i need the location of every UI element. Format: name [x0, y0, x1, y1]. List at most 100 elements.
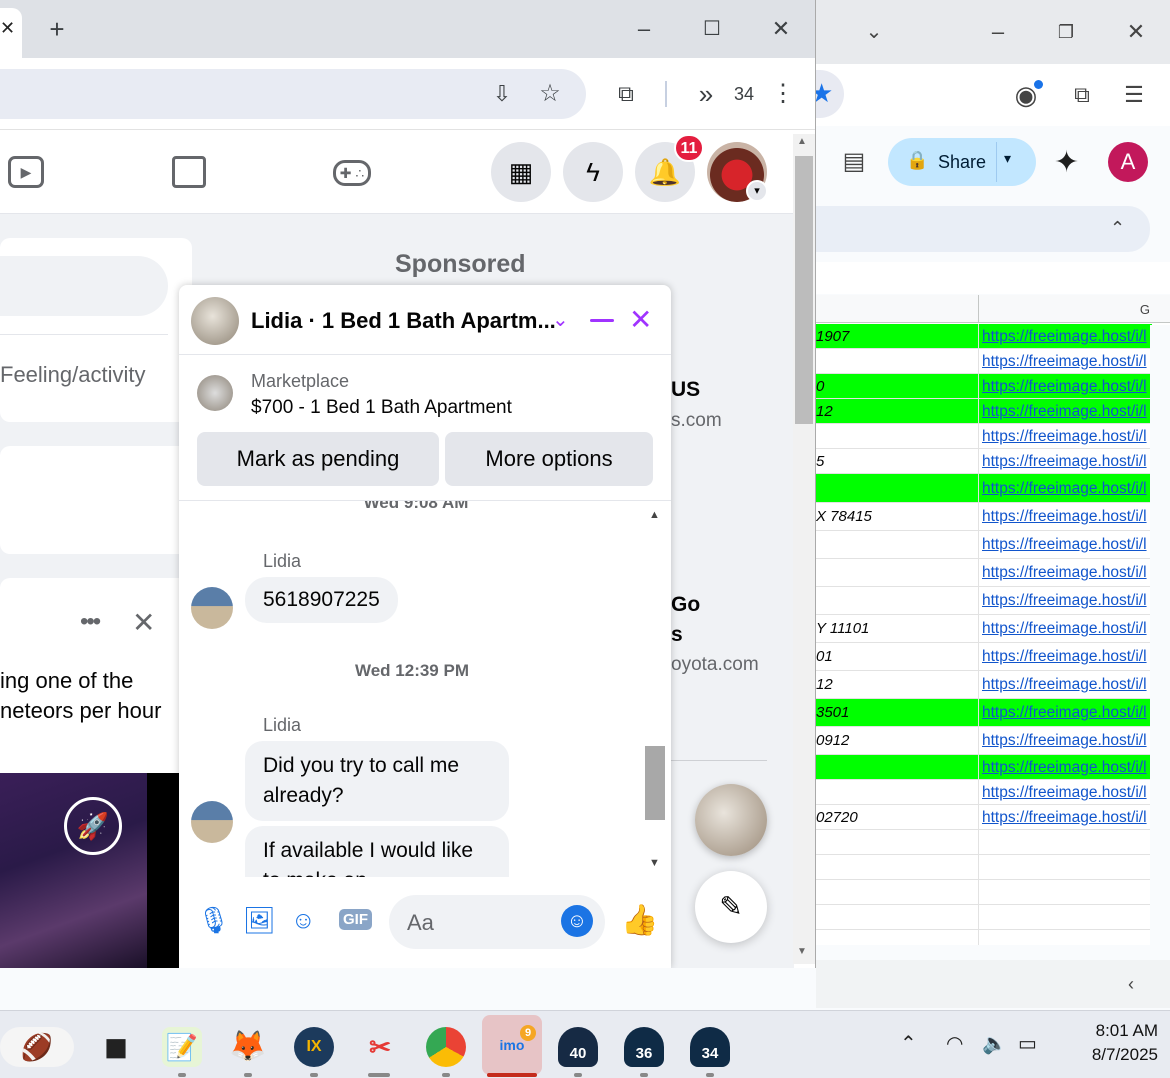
wifi-icon[interactable]: ◠ [946, 1031, 963, 1056]
cell-link[interactable] [978, 930, 1152, 945]
cell-link[interactable]: https://freeimage.host/i/l [978, 805, 1152, 829]
gif-icon[interactable]: GIF [339, 909, 372, 930]
active-tab[interactable]: ✕ [0, 8, 22, 58]
thumbs-up-icon[interactable]: 👍 [621, 903, 658, 938]
new-tab-icon[interactable]: + [40, 12, 74, 46]
cell-f[interactable] [816, 755, 977, 779]
scroll-thumb[interactable] [795, 156, 813, 424]
cell-f[interactable] [816, 587, 977, 614]
cell-f[interactable]: 12 [816, 671, 977, 698]
cell-link[interactable]: https://freeimage.host/i/l [978, 780, 1152, 804]
cell-link[interactable] [978, 905, 1152, 929]
cell-f[interactable]: Y 11101 [816, 615, 977, 642]
ad1-title[interactable]: US [671, 378, 700, 402]
cell-link[interactable]: https://freeimage.host/i/l [978, 424, 1152, 448]
battery-icon[interactable]: ▭ [1018, 1031, 1037, 1056]
messenger-icon[interactable]: ϟ [563, 142, 623, 202]
extensions-icon[interactable]: ⧉ [609, 77, 643, 111]
message-thread[interactable]: Wed 9:08 AM Lidia 5618907225 Wed 12:39 P… [179, 501, 653, 877]
minimized-chat-head[interactable] [695, 784, 767, 856]
comment-icon[interactable]: ▤ [838, 146, 870, 178]
mark-as-pending-button[interactable]: Mark as pending [197, 432, 439, 486]
cell-link[interactable]: https://freeimage.host/i/l [978, 643, 1152, 670]
post-image[interactable]: 🚀 [0, 773, 147, 968]
close-icon[interactable]: ✕ [764, 12, 798, 46]
firefox-icon[interactable]: 🦊 [228, 1027, 268, 1067]
cell-f[interactable]: X 78415 [816, 503, 977, 530]
cell-link[interactable]: https://freeimage.host/i/l [978, 671, 1152, 698]
scroll-thumb[interactable] [645, 746, 665, 820]
cell-link[interactable]: https://freeimage.host/i/l [978, 474, 1152, 502]
cell-f[interactable]: 0 [816, 374, 977, 398]
cell-link[interactable]: https://freeimage.host/i/l [978, 531, 1152, 558]
cell-link[interactable]: https://freeimage.host/i/l [978, 349, 1152, 373]
notepad-icon[interactable]: 📝 [162, 1027, 202, 1067]
cell-link[interactable]: https://freeimage.host/i/l [978, 615, 1152, 642]
cell-f[interactable] [816, 880, 977, 904]
ixl-icon[interactable]: IX [294, 1027, 334, 1067]
listing-title[interactable]: $700 - 1 Bed 1 Bath Apartment [251, 397, 512, 419]
cell-link[interactable]: https://freeimage.host/i/l [978, 399, 1152, 423]
photo-icon[interactable]: 🖼 [243, 905, 276, 936]
cell-link[interactable]: https://freeimage.host/i/l [978, 587, 1152, 614]
chrome-icon[interactable] [426, 1027, 466, 1067]
sender-avatar[interactable] [191, 801, 233, 843]
caret-down-icon[interactable]: ▾ [1004, 150, 1011, 167]
spreadsheet-grid[interactable]: G 1907 https://freeimage.host/i/l https://… [816, 295, 1170, 945]
close-chat-icon[interactable]: ✕ [629, 303, 652, 336]
new-message-icon[interactable]: ✎ [695, 871, 767, 943]
chevron-down-icon[interactable]: ▾ [746, 180, 768, 202]
cell-f[interactable] [816, 424, 977, 448]
close-icon[interactable]: ✕ [1120, 16, 1152, 48]
cell-link[interactable] [978, 880, 1152, 904]
sticker-icon[interactable]: ☺ [291, 907, 316, 935]
message-input[interactable]: Aa ☺ [389, 895, 605, 949]
imo-icon[interactable]: imo [482, 1015, 542, 1075]
kebab-menu-icon[interactable]: ⋮ [766, 77, 800, 111]
message-bubble[interactable]: Did you try to call me already? [245, 741, 509, 821]
chevron-down-icon[interactable]: ⌄ [552, 307, 569, 332]
cell-link[interactable]: https://freeimage.host/i/l [978, 374, 1152, 398]
cell-f[interactable]: 0912 [816, 727, 977, 754]
feeling-activity-button[interactable]: Feeling/activity [0, 362, 146, 388]
cell-f[interactable]: 02720 [816, 805, 977, 829]
cell-link[interactable]: https://freeimage.host/i/l [978, 449, 1152, 473]
cell-f[interactable]: 3501 [816, 699, 977, 726]
extension-count[interactable]: 34 [734, 84, 754, 105]
cell-f[interactable] [816, 474, 977, 502]
tab-close-icon[interactable]: ✕ [0, 18, 15, 39]
cell-f[interactable] [816, 531, 977, 558]
sheet-scrollbar[interactable] [1150, 325, 1170, 945]
video-icon[interactable]: ▶ [8, 156, 44, 188]
avatar[interactable]: A [1108, 142, 1148, 182]
minimize-chat-icon[interactable] [590, 319, 614, 322]
ad2-title-1[interactable]: Go [671, 593, 700, 617]
cell-link[interactable] [978, 855, 1152, 879]
app-36-icon[interactable]: 36 [624, 1027, 664, 1067]
restore-icon[interactable]: ❐ [1050, 16, 1082, 48]
chevron-up-icon[interactable]: ⌃ [900, 1031, 917, 1056]
microphone-icon[interactable]: 🎙 [197, 905, 230, 936]
gemini-icon[interactable]: ✦ [1054, 145, 1079, 180]
chat-title[interactable]: Lidia · 1 Bed 1 Bath Apartm... [251, 308, 556, 334]
more-options-button[interactable]: More options [445, 432, 653, 486]
app-40-icon[interactable]: 40 [558, 1027, 598, 1067]
cell-f[interactable]: 5 [816, 449, 977, 473]
cell-link[interactable]: https://freeimage.host/i/l [978, 324, 1152, 348]
cell-f[interactable] [816, 905, 977, 929]
share-button[interactable]: 🔒 Share ▾ [888, 138, 1036, 186]
cell-link[interactable]: https://freeimage.host/i/l [978, 699, 1152, 726]
scroll-up-icon[interactable]: ▲ [797, 136, 807, 147]
cell-f[interactable] [816, 349, 977, 373]
formula-bar[interactable]: ⌃ [816, 206, 1150, 252]
cell-link[interactable]: https://freeimage.host/i/l [978, 755, 1152, 779]
cell-f[interactable] [816, 559, 977, 586]
chevron-left-icon[interactable]: ‹ [1128, 974, 1134, 995]
football-widget-icon[interactable]: 🏈 [0, 1027, 74, 1067]
volume-icon[interactable]: 🔈 [982, 1031, 1007, 1056]
scroll-up-icon[interactable]: ▲ [649, 509, 660, 521]
whats-on-your-mind-input[interactable] [0, 256, 168, 316]
menu-icon[interactable]: ☰ [1118, 79, 1150, 111]
scroll-down-icon[interactable]: ▼ [649, 857, 660, 869]
more-options-icon[interactable]: ••• [80, 608, 101, 636]
